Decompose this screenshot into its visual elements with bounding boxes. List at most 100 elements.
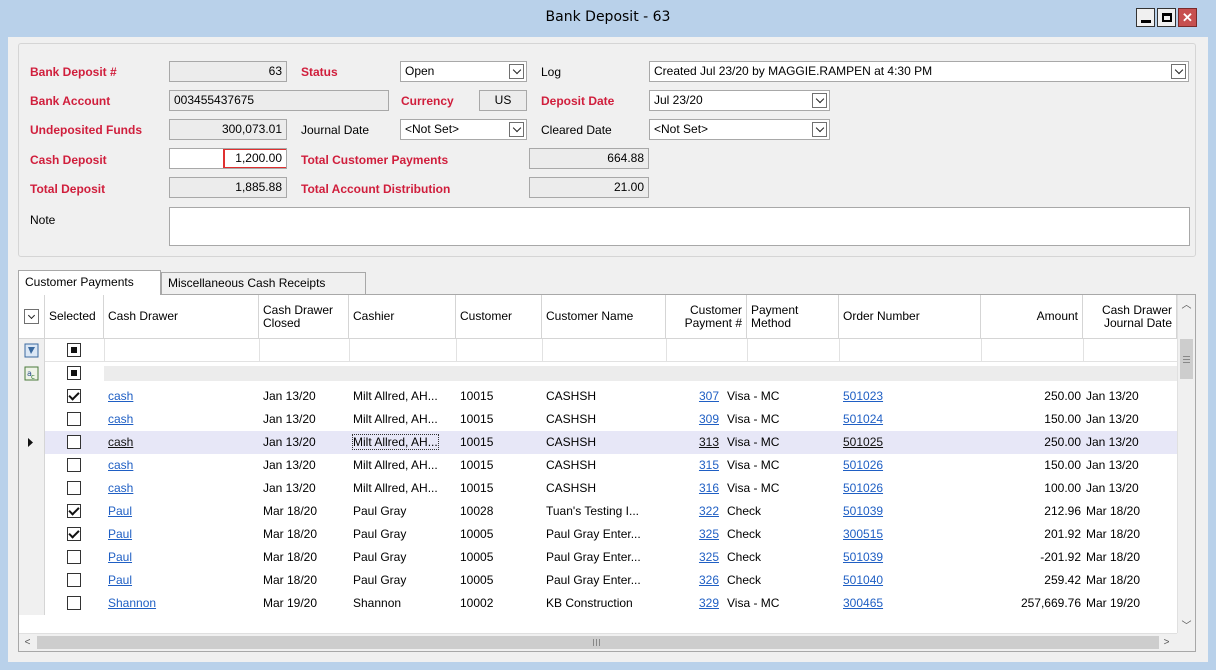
column-header-amount[interactable]: Amount bbox=[981, 295, 1083, 339]
row-selected-checkbox[interactable] bbox=[67, 435, 81, 449]
column-header-selected[interactable]: Selected bbox=[45, 295, 104, 339]
cell-payment[interactable]: 316 bbox=[699, 481, 719, 495]
cleared-date-picker[interactable]: <Not Set> bbox=[649, 119, 830, 140]
column-header-customer-payment[interactable]: Customer Payment # bbox=[666, 295, 747, 339]
vertical-scroll-thumb[interactable] bbox=[1180, 339, 1193, 379]
column-header-journal-date[interactable]: Cash Drawer Journal Date bbox=[1083, 295, 1177, 339]
chevron-down-icon[interactable] bbox=[812, 122, 827, 137]
cell-payment[interactable]: 315 bbox=[699, 458, 719, 472]
cell-payment[interactable]: 307 bbox=[699, 389, 719, 403]
table-row[interactable]: cash Jan 13/20 Milt Allred, AH... 10015 CASH… bbox=[19, 385, 1177, 408]
title-bar[interactable]: Bank Deposit - 63 ✕ bbox=[0, 0, 1216, 37]
chevron-down-icon[interactable] bbox=[812, 93, 827, 108]
maximize-button[interactable] bbox=[1157, 8, 1176, 27]
cell-order[interactable]: 300465 bbox=[843, 596, 883, 610]
chevron-down-icon[interactable] bbox=[1171, 64, 1186, 79]
table-row[interactable]: Paul Mar 18/20 Paul Gray 10005 Paul Gray Ent… bbox=[19, 569, 1177, 592]
cell-order[interactable]: 501039 bbox=[843, 504, 883, 518]
journal-date-picker[interactable]: <Not Set> bbox=[400, 119, 527, 140]
filter-row[interactable] bbox=[19, 339, 1177, 362]
filter-selected-checkbox[interactable] bbox=[67, 343, 81, 357]
cell-order[interactable]: 501039 bbox=[843, 550, 883, 564]
deposit-date-picker[interactable]: Jul 23/20 bbox=[649, 90, 830, 111]
vertical-scrollbar[interactable]: ︿ ﹀ bbox=[1177, 295, 1195, 633]
column-header-payment-method[interactable]: Payment Method bbox=[747, 295, 839, 339]
cell-cash-drawer[interactable]: cash bbox=[108, 412, 133, 426]
row-selected-checkbox[interactable] bbox=[67, 573, 81, 587]
horizontal-scroll-thumb[interactable] bbox=[37, 636, 1159, 649]
row-pointer-icon[interactable] bbox=[19, 431, 45, 454]
scroll-down-icon[interactable]: ﹀ bbox=[1178, 616, 1195, 633]
row-selected-checkbox[interactable] bbox=[67, 596, 81, 610]
row-selected-checkbox[interactable] bbox=[67, 504, 81, 518]
tab-customer-payments[interactable]: Customer Payments bbox=[18, 270, 161, 295]
column-header-customer[interactable]: Customer bbox=[456, 295, 542, 339]
cell-cash-drawer[interactable]: cash bbox=[108, 389, 133, 403]
log-select[interactable]: Created Jul 23/20 by MAGGIE.RAMPEN at 4:… bbox=[649, 61, 1189, 82]
row-selector[interactable] bbox=[19, 500, 45, 523]
cell-cash-drawer[interactable]: Shannon bbox=[108, 596, 156, 610]
cell-cash-drawer[interactable]: cash bbox=[108, 481, 133, 495]
cell-order[interactable]: 501023 bbox=[843, 389, 883, 403]
row-selector[interactable] bbox=[19, 385, 45, 408]
cell-order[interactable]: 501025 bbox=[843, 435, 883, 449]
cell-payment[interactable]: 329 bbox=[699, 596, 719, 610]
row-selected-checkbox[interactable] bbox=[67, 458, 81, 472]
cell-payment[interactable]: 325 bbox=[699, 550, 719, 564]
table-row[interactable]: Paul Mar 18/20 Paul Gray 10005 Paul Gray Ent… bbox=[19, 546, 1177, 569]
column-header-cash-drawer-closed[interactable]: Cash Drawer Closed bbox=[259, 295, 349, 339]
table-row[interactable]: cash Jan 13/20 Milt Allred, AH... 10015 CASH… bbox=[19, 477, 1177, 500]
scroll-up-icon[interactable]: ︿ bbox=[1178, 295, 1195, 312]
cell-order[interactable]: 300515 bbox=[843, 527, 883, 541]
cell-cash-drawer[interactable]: cash bbox=[108, 435, 133, 449]
column-chooser[interactable] bbox=[19, 295, 45, 339]
cell-cash-drawer[interactable]: Paul bbox=[108, 573, 132, 587]
cell-cash-drawer[interactable]: Paul bbox=[108, 550, 132, 564]
cash-deposit-input[interactable]: 1,200.00 bbox=[223, 149, 286, 168]
scroll-left-icon[interactable]: < bbox=[19, 634, 36, 651]
status-select[interactable]: Open bbox=[400, 61, 527, 82]
note-textarea[interactable] bbox=[169, 207, 1190, 246]
table-row[interactable]: Paul Mar 18/20 Paul Gray 10028 Tuan's Testin… bbox=[19, 500, 1177, 523]
chevron-down-icon[interactable] bbox=[509, 122, 524, 137]
row-selected-checkbox[interactable] bbox=[67, 550, 81, 564]
table-row[interactable]: Shannon Mar 19/20 Shannon 10002 KB Construct… bbox=[19, 592, 1177, 615]
cell-payment[interactable]: 309 bbox=[699, 412, 719, 426]
row-selector[interactable] bbox=[19, 454, 45, 477]
cell-payment[interactable]: 325 bbox=[699, 527, 719, 541]
cell-payment[interactable]: 326 bbox=[699, 573, 719, 587]
chevron-down-icon[interactable] bbox=[509, 64, 524, 79]
close-button[interactable]: ✕ bbox=[1178, 8, 1197, 27]
row-selected-checkbox[interactable] bbox=[67, 527, 81, 541]
column-header-customer-name[interactable]: Customer Name bbox=[542, 295, 666, 339]
row-selected-checkbox[interactable] bbox=[67, 481, 81, 495]
table-row[interactable]: cash Jan 13/20 Milt Allred, AH... 10015 CASH… bbox=[19, 408, 1177, 431]
cell-order[interactable]: 501026 bbox=[843, 458, 883, 472]
column-header-cashier[interactable]: Cashier bbox=[349, 295, 456, 339]
minimize-button[interactable] bbox=[1136, 8, 1155, 27]
scroll-right-icon[interactable]: > bbox=[1158, 634, 1175, 651]
cell-order[interactable]: 501026 bbox=[843, 481, 883, 495]
column-header-order-number[interactable]: Order Number bbox=[839, 295, 981, 339]
row-selector[interactable] bbox=[19, 569, 45, 592]
horizontal-scrollbar[interactable]: < > bbox=[19, 633, 1177, 651]
table-row[interactable]: cash Jan 13/20 Milt Allred, AH... 10015 CASH… bbox=[19, 454, 1177, 477]
row-selected-checkbox[interactable] bbox=[67, 389, 81, 403]
cell-payment[interactable]: 322 bbox=[699, 504, 719, 518]
cash-deposit-field[interactable]: 1,200.00 bbox=[169, 148, 287, 169]
column-header-cash-drawer[interactable]: Cash Drawer bbox=[104, 295, 259, 339]
row-selector[interactable] bbox=[19, 408, 45, 431]
cell-cash-drawer[interactable]: cash bbox=[108, 458, 133, 472]
row-selector[interactable] bbox=[19, 592, 45, 615]
row-selector[interactable] bbox=[19, 546, 45, 569]
table-row[interactable]: Paul Mar 18/20 Paul Gray 10005 Paul Gray Ent… bbox=[19, 523, 1177, 546]
cell-cash-drawer[interactable]: Paul bbox=[108, 504, 132, 518]
cell-order[interactable]: 501024 bbox=[843, 412, 883, 426]
cell-order[interactable]: 501040 bbox=[843, 573, 883, 587]
row-selected-checkbox[interactable] bbox=[67, 412, 81, 426]
row-selector[interactable] bbox=[19, 477, 45, 500]
cell-payment[interactable]: 313 bbox=[699, 435, 719, 449]
table-row[interactable]: cash Jan 13/20 Milt Allred, AH... 10015 CASH… bbox=[19, 431, 1177, 454]
summary-selected-checkbox[interactable] bbox=[67, 366, 81, 380]
tab-miscellaneous-cash-receipts[interactable]: Miscellaneous Cash Receipts bbox=[161, 272, 366, 294]
